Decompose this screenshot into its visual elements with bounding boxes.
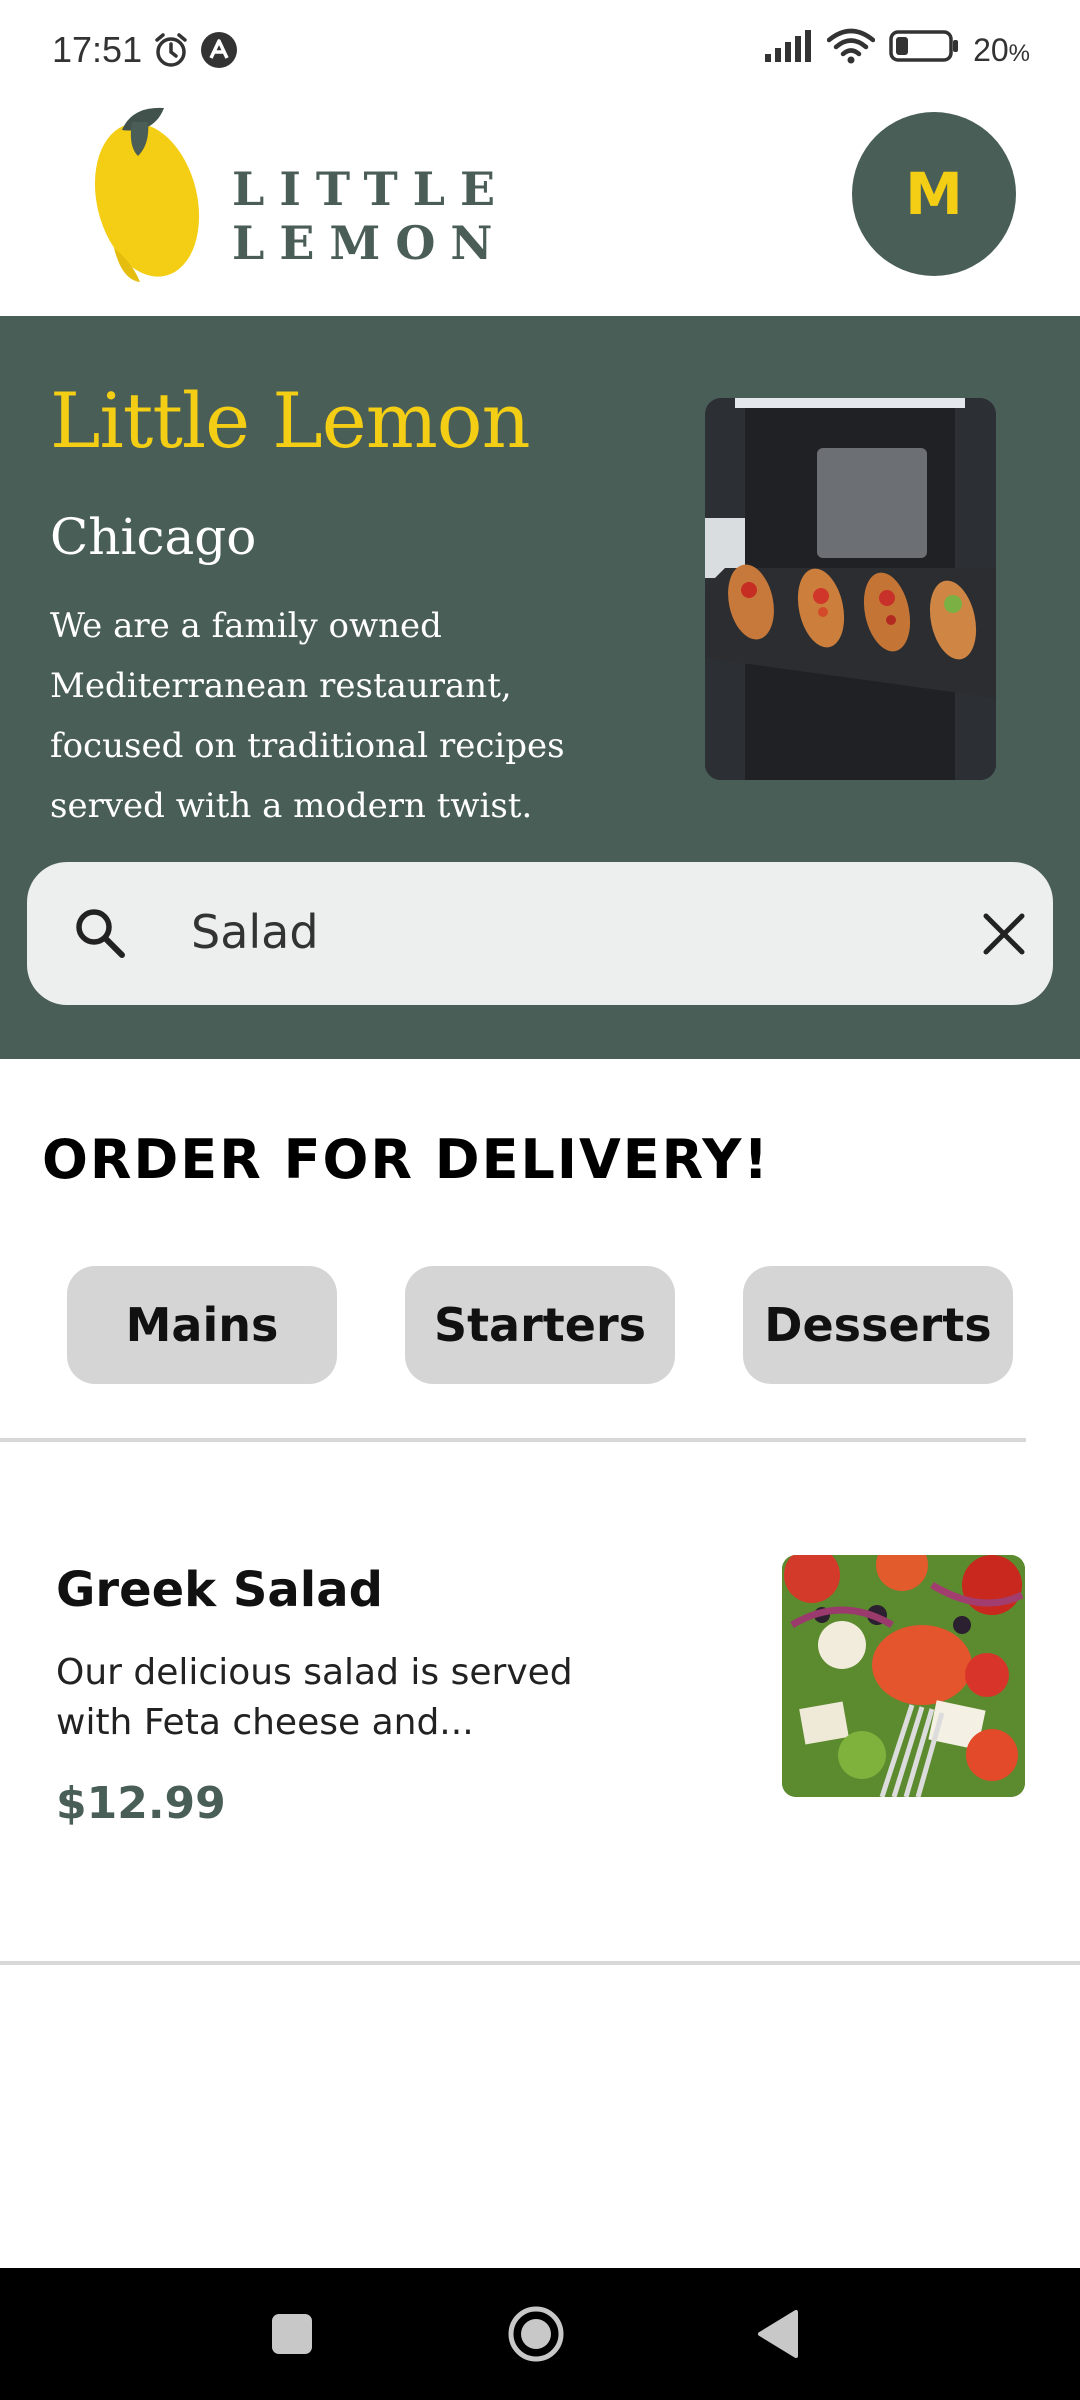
hero-section: Little Lemon Chicago We are a family own… [0, 316, 1080, 1059]
profile-avatar[interactable]: M [852, 112, 1016, 276]
category-desserts-button[interactable]: Desserts [743, 1266, 1013, 1384]
status-bar: 17:51 20% [0, 0, 1080, 100]
status-right: 20% [765, 28, 1030, 72]
wifi-icon [826, 28, 876, 72]
back-button[interactable] [752, 2304, 812, 2364]
battery-level: 20% [973, 32, 1030, 69]
order-section-title: ORDER FOR DELIVERY! [42, 1128, 771, 1191]
little-lemon-logo[interactable]: LITTLE LEMON [92, 104, 732, 284]
home-button[interactable] [506, 2304, 566, 2364]
category-filters: Mains Starters Desserts [0, 1266, 1080, 1384]
category-mains-button[interactable]: Mains [67, 1266, 337, 1384]
battery-icon [889, 29, 959, 71]
app-header: LITTLE LEMON M [0, 100, 1080, 316]
hero-description: We are a family owned Mediterranean rest… [50, 606, 565, 826]
category-starters-button[interactable]: Starters [405, 1266, 675, 1384]
hero-food-image [705, 398, 996, 780]
category-divider [0, 1438, 1026, 1442]
status-left: 17:51 [52, 29, 238, 71]
clear-search-icon[interactable] [980, 910, 1028, 958]
battery-unit: % [1008, 39, 1030, 67]
app-notification-icon [200, 31, 238, 69]
lemon-icon [94, 107, 200, 282]
alarm-icon [152, 31, 190, 69]
menu-item[interactable]: Greek Salad Our delicious salad is serve… [0, 1520, 1080, 1850]
logo-text: LITTLE LEMON [232, 162, 511, 270]
recent-apps-button[interactable] [262, 2304, 322, 2364]
menu-item-name: Greek Salad [56, 1562, 383, 1618]
menu-divider [0, 1961, 1080, 1965]
status-time: 17:51 [52, 29, 143, 70]
menu-item-description: Our delicious salad is served with Feta … [56, 1652, 573, 1743]
signal-icon [765, 30, 813, 70]
app-screen: 17:51 20% LITTLE LEMON M Little Lemon Ch… [0, 0, 1080, 2400]
search-icon [73, 906, 127, 960]
system-nav-bar [0, 2268, 1080, 2400]
search-input[interactable] [191, 892, 951, 972]
battery-percent: 20 [973, 31, 1009, 68]
hero-city: Chicago [50, 508, 257, 566]
hero-title: Little Lemon [50, 376, 531, 465]
menu-item-image [782, 1555, 1025, 1797]
search-bar [27, 862, 1053, 1005]
menu-item-price: $12.99 [56, 1778, 226, 1829]
